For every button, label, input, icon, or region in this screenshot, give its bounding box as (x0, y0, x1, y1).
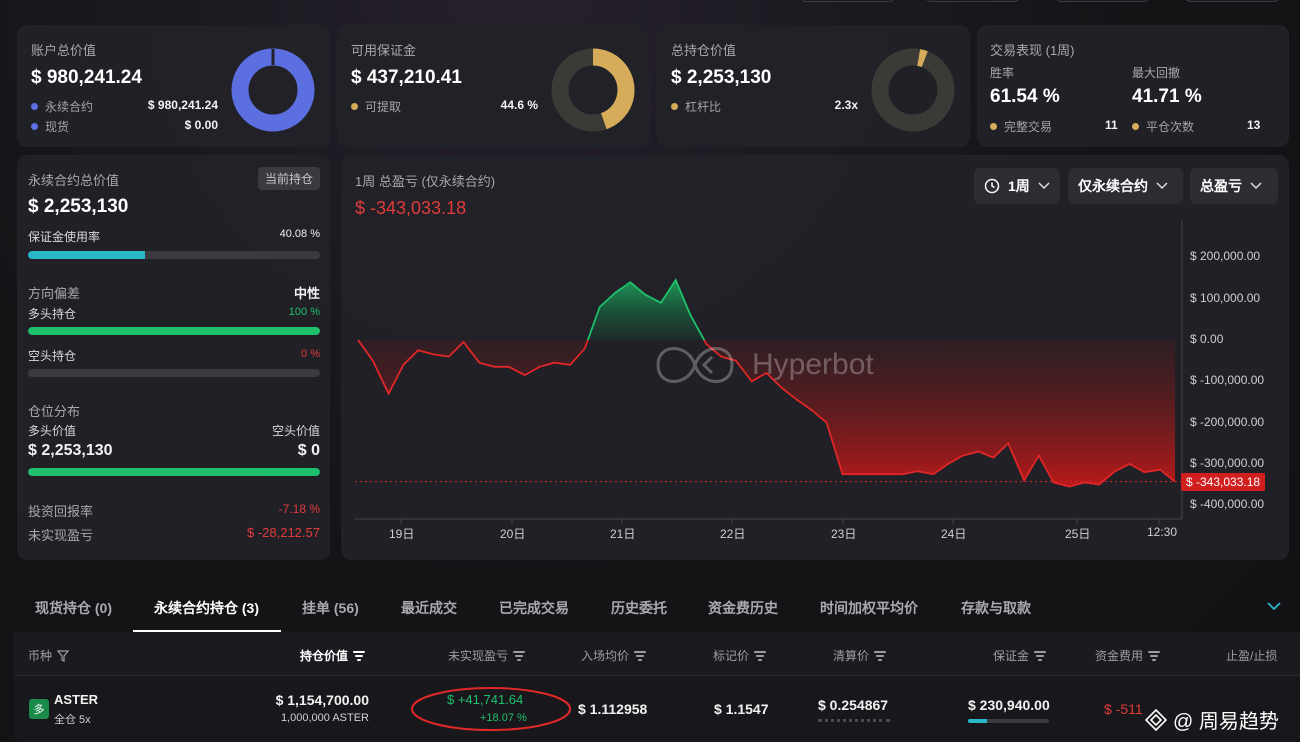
y-tick-label: $ -300,000.00 (1190, 455, 1265, 470)
y-tick-label: $ -400,000.00 (1190, 497, 1265, 512)
header-entry-price[interactable]: 入场均价 (581, 647, 647, 664)
margin-cell: $ 230,940.00 (968, 697, 1050, 713)
coin-icon: 多 (29, 699, 49, 719)
tab-1[interactable]: 永续合约持仓 (3) (154, 598, 259, 618)
hyperbot-logo-icon (656, 347, 734, 383)
header-entry-price-label: 入场均价 (581, 649, 630, 663)
header-coin[interactable]: 币种 (28, 647, 70, 664)
sort-icon (1034, 651, 1047, 661)
header-tp-sl-label: 止盈/止损 (1226, 649, 1278, 663)
header-funding-label: 资金费用 (1095, 649, 1144, 663)
x-tick-label: 20日 (500, 527, 526, 541)
diamond-logo-icon (1145, 708, 1167, 731)
x-tick-label: 21日 (610, 527, 636, 541)
tab-3[interactable]: 最近成交 (401, 598, 457, 618)
sort-icon (754, 651, 767, 661)
unrealized-pnl-cell: $ +41,741.64 (447, 692, 524, 707)
tab-0[interactable]: 现货持仓 (0) (35, 598, 112, 618)
tab-5[interactable]: 历史委托 (611, 598, 667, 618)
header-mark-price[interactable]: 标记价 (713, 647, 767, 664)
x-tick-label: 25日 (1065, 527, 1091, 541)
chart-watermark: Hyperbot (650, 335, 874, 395)
header-unrealized-pnl[interactable]: 未实现盈亏 (448, 647, 526, 664)
tab-8[interactable]: 存款与取款 (961, 598, 1031, 618)
x-tick-label: 24日 (941, 527, 967, 541)
header-liq-price[interactable]: 清算价 (833, 647, 887, 664)
filter-icon[interactable] (57, 649, 70, 662)
mark-price-cell: $ 1.1547 (714, 701, 769, 717)
x-tick-label: 19日 (389, 527, 415, 541)
header-margin[interactable]: 保证金 (993, 647, 1047, 664)
header-tp-sl: 止盈/止损 (1226, 647, 1277, 664)
header-unrealized-pnl-label: 未实现盈亏 (448, 649, 509, 663)
header-position-value-label: 持仓价值 (300, 649, 349, 663)
entry-price-cell: $ 1.112958 (578, 701, 648, 717)
brand-watermark: @ 周易趋势 (1145, 705, 1279, 734)
y-tick-label: $ -100,000.00 (1190, 373, 1265, 388)
sort-icon (874, 651, 887, 661)
collapse-chevron-icon[interactable] (1266, 600, 1282, 612)
header-funding[interactable]: 资金费用 (1095, 647, 1161, 664)
tab-2[interactable]: 挂单 (56) (302, 598, 359, 618)
tab-7[interactable]: 时间加权平均价 (820, 598, 918, 618)
x-tick-label: 23日 (831, 527, 857, 541)
sort-icon (634, 651, 647, 661)
header-coin-label: 币种 (28, 649, 53, 663)
header-position-value[interactable]: 持仓价值 (300, 647, 366, 664)
liq-dotted-bar (818, 719, 890, 722)
sort-icon (513, 651, 526, 661)
x-tick-label: 12:30 (1147, 525, 1178, 539)
unrealized-pnl-pct-cell: +18.07 % (480, 712, 527, 724)
watermark-text: Hyperbot (752, 348, 874, 381)
tab-4[interactable]: 已完成交易 (499, 598, 569, 618)
funding-cell: $ -511 (1104, 701, 1143, 717)
coin-name[interactable]: ASTER (54, 692, 98, 707)
x-tick-label: 22日 (720, 527, 746, 541)
brand-watermark-text: @ 周易趋势 (1173, 711, 1279, 733)
header-margin-label: 保证金 (993, 649, 1030, 663)
margin-cell-bar-fill (968, 719, 988, 723)
sort-icon (1148, 651, 1161, 661)
margin-cell-bar (968, 719, 1049, 723)
y-tick-label: $ 200,000.00 (1190, 249, 1261, 264)
position-value-cell: $ 1,154,700.00 (275, 692, 369, 708)
position-qty-cell: 1,000,000 ASTER (280, 712, 369, 724)
liq-price-cell: $ 0.254867 (818, 697, 889, 713)
y-tick-label: $ 0.00 (1190, 332, 1224, 346)
coin-mode: 全仓 5x (54, 714, 91, 726)
y-tick-label: $ -200,000.00 (1190, 414, 1265, 429)
header-liq-price-label: 清算价 (833, 649, 870, 663)
y-tick-label: $ 100,000.00 (1190, 290, 1261, 305)
header-mark-price-label: 标记价 (713, 649, 750, 663)
tab-6[interactable]: 资金费历史 (708, 598, 778, 618)
last-value-label: $ -343,033.18 (1181, 472, 1266, 491)
sort-icon (353, 651, 366, 661)
